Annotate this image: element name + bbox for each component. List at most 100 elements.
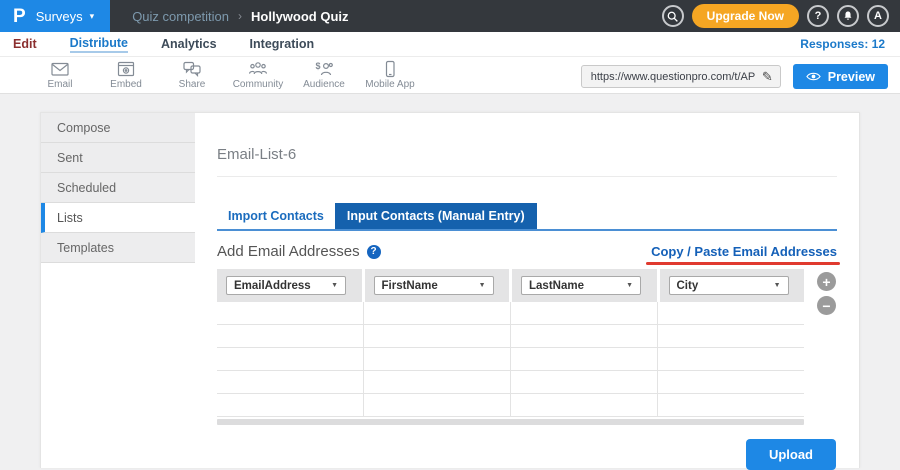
contacts-tabs: Import Contacts Input Contacts (Manual E… [217,203,837,231]
column-select-lastname[interactable]: LastName ▼ [521,276,641,295]
preview-button[interactable]: Preview [793,64,888,89]
table-row [217,302,804,325]
help-icon[interactable]: ? [367,245,381,259]
contact-cell[interactable] [511,371,658,393]
email-lists-card: Compose Sent Scheduled Lists Templates E… [40,112,860,468]
selected-column-label: EmailAddress [234,280,311,292]
chevron-down-icon: ▼ [626,282,633,289]
add-row-button[interactable]: + [817,272,836,291]
surveys-dropdown[interactable]: P Surveys ▾ [0,0,110,32]
tab-input-contacts-manual[interactable]: Input Contacts (Manual Entry) [335,203,537,229]
contact-cell[interactable] [511,302,658,324]
sidebar-item-lists[interactable]: Lists [41,203,195,233]
questionpro-logo: P [13,7,26,26]
contact-cell[interactable] [217,394,364,416]
contact-cell[interactable] [217,325,364,347]
breadcrumb-current: Hollywood Quiz [251,9,349,24]
contact-cell[interactable] [364,348,511,370]
table-row [217,348,804,371]
contact-cell[interactable] [364,371,511,393]
sidebar-item-compose[interactable]: Compose [41,113,195,143]
toolbar-item-mobile-app[interactable]: Mobile App [357,60,423,90]
contact-cell[interactable] [511,394,658,416]
table-row [217,371,804,394]
contact-cell[interactable] [217,302,364,324]
eye-icon [806,71,821,82]
mobile-app-icon [380,60,400,78]
search-button[interactable] [662,5,684,27]
table-row [217,394,804,417]
nav-item-distribute[interactable]: Distribute [70,36,128,53]
column-select-firstname[interactable]: FirstName ▼ [374,276,494,295]
preview-label: Preview [828,70,875,84]
list-detail-panel: Email-List-6 Import Contacts Input Conta… [195,113,859,468]
surveys-dropdown-label: Surveys [36,9,83,24]
row-controls: + − [817,269,837,425]
toolbar-item-label: Mobile App [365,79,414,90]
share-icon [182,60,202,78]
header-cell: LastName ▼ [512,269,660,302]
section-header: Add Email Addresses ? Copy / Paste Email… [217,243,837,260]
avatar[interactable]: A [867,5,889,27]
toolbar-item-label: Audience [303,79,345,90]
edit-url-icon[interactable]: ✎ [762,69,773,85]
nav-item-edit[interactable]: Edit [13,37,37,51]
embed-icon [116,60,136,78]
help-button[interactable]: ? [807,5,829,27]
breadcrumb: Quiz competition › Hollywood Quiz [132,9,348,24]
contact-cell[interactable] [658,325,804,347]
selected-column-label: City [677,280,699,292]
contact-cell[interactable] [217,348,364,370]
toolbar-item-audience[interactable]: $ Audience [291,60,357,90]
header-cell: City ▼ [660,269,805,302]
survey-url-box: ✎ [581,65,781,88]
notifications-button[interactable] [837,5,859,27]
horizontal-scrollbar[interactable] [217,419,804,425]
upgrade-now-button[interactable]: Upgrade Now [692,4,799,28]
contacts-table-zone: EmailAddress ▼ FirstName ▼ [217,269,837,425]
upload-button[interactable]: Upload [746,439,836,470]
page-title: Email-List-6 [217,146,837,163]
breadcrumb-parent[interactable]: Quiz competition [132,9,229,24]
contacts-table-header: EmailAddress ▼ FirstName ▼ [217,269,804,302]
selected-column-label: LastName [529,280,584,292]
nav-item-integration[interactable]: Integration [250,37,315,51]
contact-cell[interactable] [658,394,804,416]
remove-row-button[interactable]: − [817,296,836,315]
contact-cell[interactable] [511,348,658,370]
responses-count: Responses: 12 [800,37,885,51]
toolbar-item-community[interactable]: Community [225,60,291,90]
distribute-toolbar: Email Embed Share Community $ Audience M… [0,57,900,94]
nav-item-analytics[interactable]: Analytics [161,37,217,51]
toolbar-item-share[interactable]: Share [159,60,225,90]
contact-cell[interactable] [658,371,804,393]
toolbar-item-label: Share [179,79,206,90]
chevron-down-icon: ▼ [331,282,338,289]
sidebar-item-templates[interactable]: Templates [41,233,195,263]
page-body: Compose Sent Scheduled Lists Templates E… [0,94,900,468]
contact-cell[interactable] [364,325,511,347]
contact-cell[interactable] [364,394,511,416]
contact-cell[interactable] [511,325,658,347]
contact-cell[interactable] [364,302,511,324]
sidebar-item-scheduled[interactable]: Scheduled [41,173,195,203]
column-select-city[interactable]: City ▼ [669,276,789,295]
contact-cell[interactable] [658,302,804,324]
search-icon [666,10,679,23]
breadcrumb-separator-icon: › [238,9,242,23]
table-row [217,325,804,348]
contact-cell[interactable] [658,348,804,370]
toolbar-item-label: Community [233,79,284,90]
sidebar-item-sent[interactable]: Sent [41,143,195,173]
tab-import-contacts[interactable]: Import Contacts [217,203,335,229]
toolbar-item-email[interactable]: Email [27,60,93,90]
chevron-down-icon: ▾ [90,11,95,22]
column-select-emailaddress[interactable]: EmailAddress ▼ [226,276,346,295]
section-title-label: Add Email Addresses [217,243,360,260]
contact-cell[interactable] [217,371,364,393]
svg-text:$: $ [316,61,321,71]
survey-url-input[interactable] [589,70,758,84]
copy-paste-link[interactable]: Copy / Paste Email Addresses [651,244,837,259]
toolbar-item-embed[interactable]: Embed [93,60,159,90]
contacts-table: EmailAddress ▼ FirstName ▼ [217,269,804,425]
